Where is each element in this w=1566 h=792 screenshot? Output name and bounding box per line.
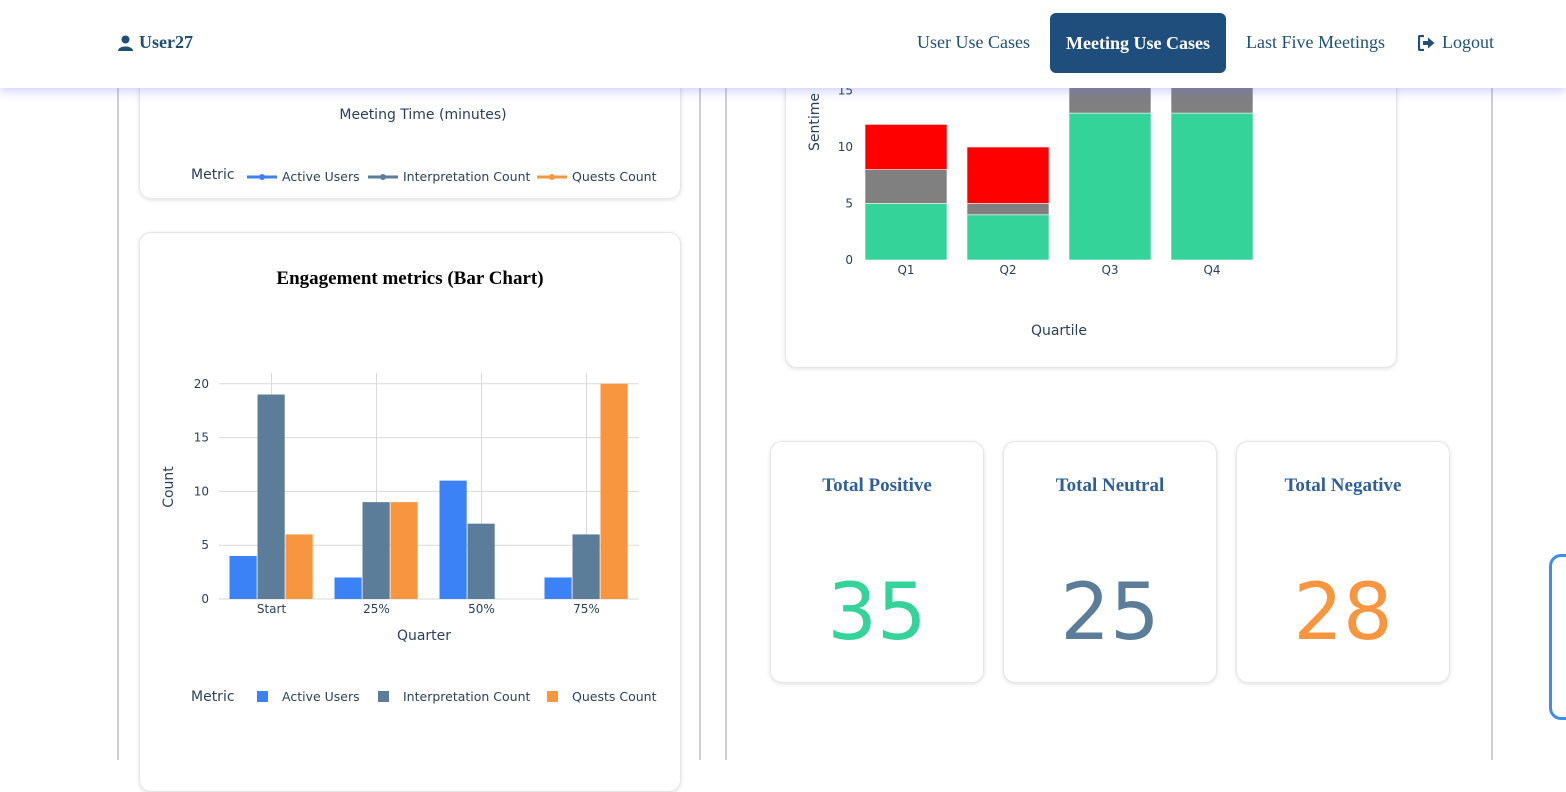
stat-card-neutral: Total Neutral 25 [1003,441,1217,683]
line-legend-label: Interpretation Count [403,169,531,184]
stacked-bar-segment[interactable] [1068,112,1152,261]
top-navbar: User27 User Use Cases Meeting Use Cases … [0,0,1566,88]
stat-value-neutral: 25 [1060,568,1160,658]
stat-title: Total Neutral [1055,475,1165,496]
bar-legend-label: Quests Count [572,689,657,704]
x-tick-label: 75% [573,602,600,616]
user-icon [118,35,133,51]
bar[interactable] [285,534,313,599]
stat-title: Total Negative [1284,475,1402,496]
nav-meeting-use-cases[interactable]: Meeting Use Cases [1050,13,1226,73]
bar[interactable] [257,394,285,599]
line-legend-item-active-users[interactable]: Active Users [247,169,360,184]
stat-value-positive: 35 [827,568,927,658]
bar[interactable] [544,577,572,599]
y-tick-label: 10 [194,484,209,498]
x-tick-label: Start [257,602,287,616]
x-tick-label: 50% [468,602,495,616]
stacked-bar-segment[interactable] [966,214,1050,261]
bar-chart-y-axis-label: Count [161,466,177,508]
bar[interactable] [600,383,628,599]
logout-link[interactable]: Logout [1418,32,1494,53]
x-tick-label: Q2 [999,263,1016,277]
bar[interactable] [362,502,390,599]
stacked-bar-segment[interactable] [864,203,948,261]
x-tick-label: 25% [363,602,390,616]
line-legend-label: Quests Count [572,169,657,184]
x-tick-label: Q4 [1203,263,1220,277]
stacked-bar-segment[interactable] [864,169,948,204]
y-tick-label: 20 [194,377,209,391]
y-tick-label: 0 [201,592,209,606]
bar[interactable] [439,480,467,599]
stacked-chart-x-axis-label: Quartile [1031,323,1087,339]
bar-legend-item-interpretation-count[interactable]: Interpretation Count [378,689,531,704]
nav-last-five-meetings[interactable]: Last Five Meetings [1246,32,1385,53]
y-tick-label: 5 [201,538,209,552]
bar[interactable] [390,502,418,599]
y-tick-label: 15 [194,431,209,445]
engagement-bar-chart: Engagement metrics (Bar Chart) 0 5 10 15 20 S… [161,268,657,705]
engagement-chart-title: Engagement metrics (Bar Chart) [276,268,543,289]
line-legend-label: Active Users [282,169,360,184]
line-chart-x-axis-label: Meeting Time (minutes) [339,107,506,123]
engagement-bar-chart-card: Engagement metrics (Bar Chart) 0 5 10 15 20 S… [139,232,681,792]
bar-legend-label: Interpretation Count [403,689,531,704]
bar[interactable] [467,523,495,599]
y-tick-label: 5 [845,197,853,211]
line-legend-title: Metric [191,167,235,183]
bar-legend-item-quests-count[interactable]: Quests Count [547,689,657,704]
bar-legend-item-active-users[interactable]: Active Users [257,689,360,704]
stat-title: Total Positive [822,475,932,496]
stacked-chart-y-axis-label: Sentime [807,93,823,151]
left-column: Meeting Time (minutes) Metric Active Use… [117,0,701,792]
logout-icon [1418,34,1435,51]
stat-card-negative: Total Negative 28 [1236,441,1450,683]
bar[interactable] [572,534,600,599]
stacked-bar-segment[interactable] [864,124,948,170]
stacked-bar-segment[interactable] [966,203,1050,216]
x-tick-label: Q3 [1101,263,1118,277]
stat-value-negative: 28 [1293,568,1393,658]
bar-chart-x-axis-label: Quarter [397,628,451,644]
bar[interactable] [334,577,362,599]
bar[interactable] [229,555,257,599]
y-tick-label: 0 [845,253,853,267]
side-feedback-tab[interactable] [1549,554,1566,720]
user-menu[interactable]: User27 [118,32,193,53]
user-name: User27 [139,32,193,52]
stacked-bar-segment[interactable] [1170,112,1254,261]
line-legend-item-interpretation-count[interactable]: Interpretation Count [368,169,531,184]
bar-legend-label: Active Users [282,689,360,704]
stat-card-positive: Total Positive 35 [770,441,984,683]
x-tick-label: Q1 [897,263,914,277]
y-tick-label: 10 [838,140,853,154]
nav-user-use-cases[interactable]: User Use Cases [917,32,1030,53]
stacked-bar-segment[interactable] [966,146,1050,204]
logout-label: Logout [1442,32,1494,52]
bar-legend-title: Metric [191,689,235,705]
right-column: 0 5 10 15 Q1 Q2 Q3 Q4 Quartile Sentime Total Po… [725,0,1493,760]
line-legend-item-quests-count[interactable]: Quests Count [537,169,657,184]
